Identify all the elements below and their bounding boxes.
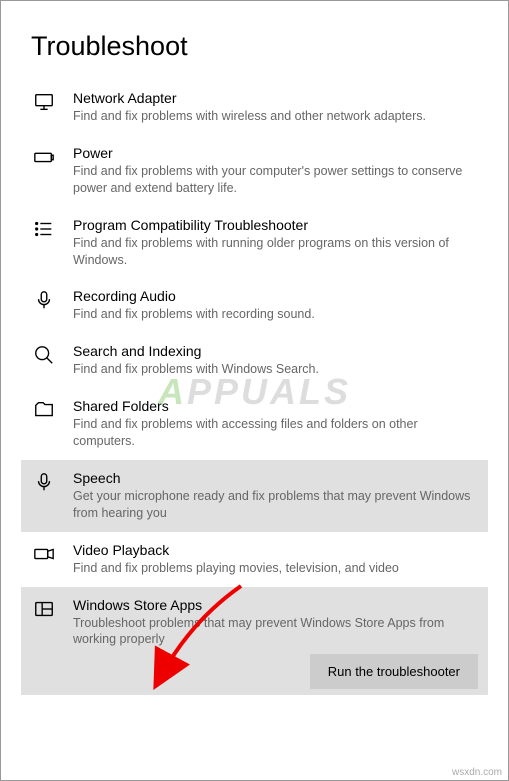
item-title: Network Adapter — [73, 90, 478, 106]
troubleshooter-item-network-adapter[interactable]: Network Adapter Find and fix problems wi… — [31, 80, 478, 135]
item-desc: Find and fix problems with wireless and … — [73, 108, 478, 125]
page-title: Troubleshoot — [31, 31, 478, 62]
troubleshooter-item-power[interactable]: Power Find and fix problems with your co… — [31, 135, 478, 207]
search-icon — [31, 343, 57, 369]
troubleshooter-item-windows-store-apps[interactable]: Windows Store Apps Troubleshoot problems… — [21, 587, 488, 696]
apps-icon — [31, 597, 57, 623]
troubleshooter-item-speech[interactable]: Speech Get your microphone ready and fix… — [21, 460, 488, 532]
item-desc: Get your microphone ready and fix proble… — [73, 488, 478, 522]
item-desc: Troubleshoot problems that may prevent W… — [73, 615, 478, 649]
item-desc: Find and fix problems with accessing fil… — [73, 416, 478, 450]
troubleshooter-item-video-playback[interactable]: Video Playback Find and fix problems pla… — [31, 532, 478, 587]
item-title: Recording Audio — [73, 288, 478, 304]
item-title: Search and Indexing — [73, 343, 478, 359]
monitor-icon — [31, 90, 57, 116]
item-title: Shared Folders — [73, 398, 478, 414]
item-desc: Find and fix problems with running older… — [73, 235, 478, 269]
folder-icon — [31, 398, 57, 424]
troubleshooter-item-recording-audio[interactable]: Recording Audio Find and fix problems wi… — [31, 278, 478, 333]
item-desc: Find and fix problems with recording sou… — [73, 306, 478, 323]
item-desc: Find and fix problems with your computer… — [73, 163, 478, 197]
troubleshooter-item-search-indexing[interactable]: Search and Indexing Find and fix problem… — [31, 333, 478, 388]
footer-credit: wsxdn.com — [452, 767, 502, 778]
item-title: Speech — [73, 470, 478, 486]
microphone-icon — [31, 470, 57, 496]
troubleshooter-item-program-compatibility[interactable]: Program Compatibility Troubleshooter Fin… — [31, 207, 478, 279]
list-icon — [31, 217, 57, 243]
item-title: Power — [73, 145, 478, 161]
battery-icon — [31, 145, 57, 171]
video-icon — [31, 542, 57, 568]
microphone-icon — [31, 288, 57, 314]
item-desc: Find and fix problems with Windows Searc… — [73, 361, 478, 378]
troubleshooter-item-shared-folders[interactable]: Shared Folders Find and fix problems wit… — [31, 388, 478, 460]
run-troubleshooter-button[interactable]: Run the troubleshooter — [310, 654, 478, 689]
item-title: Program Compatibility Troubleshooter — [73, 217, 478, 233]
item-title: Video Playback — [73, 542, 478, 558]
item-desc: Find and fix problems playing movies, te… — [73, 560, 478, 577]
item-title: Windows Store Apps — [73, 597, 478, 613]
